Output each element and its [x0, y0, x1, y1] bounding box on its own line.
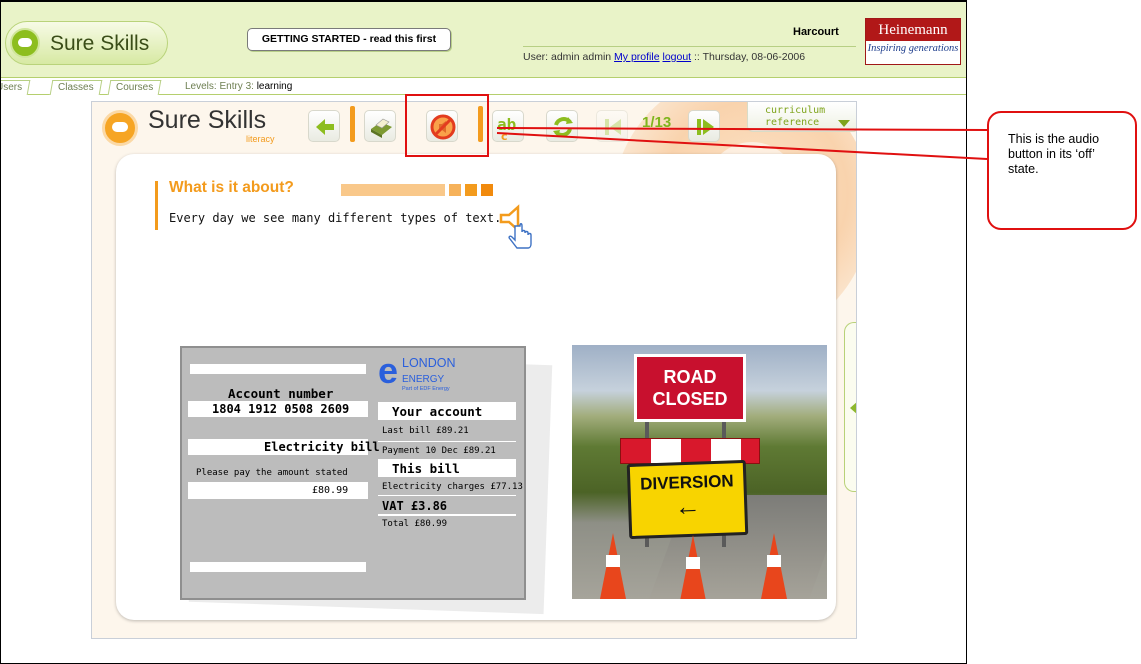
date-text: :: Thursday, 08-06-2006 [694, 51, 806, 63]
glossary-button[interactable]: ab c [492, 110, 524, 143]
hand-pointer-icon [508, 223, 532, 249]
app-logo-face-icon [102, 110, 138, 146]
traffic-cone [600, 533, 626, 599]
annotation-callout: This is the audio button in its ‘off’ st… [987, 111, 1137, 230]
previous-page-button[interactable] [596, 110, 628, 142]
bill-brand-letter: e [378, 350, 399, 391]
chevron-down-icon [838, 120, 850, 127]
tab-courses[interactable]: Courses [107, 80, 162, 95]
electricity-bill-image: Account number 1804 1912 0508 2609 Elect… [180, 346, 526, 600]
user-label: User: admin admin [523, 51, 612, 63]
arrow-left-icon [316, 119, 334, 135]
levels-prefix: Levels: Entry 3: [185, 81, 254, 92]
bill-your-account: Your account [392, 404, 483, 419]
heinemann-tagline: Inspiring generations [867, 43, 959, 54]
tab-users-label: Users [0, 82, 23, 93]
bill-payment: Payment 10 Dec £89.21 [382, 446, 496, 456]
logo-face-icon [10, 28, 40, 58]
bill-total: Total £80.99 [382, 519, 448, 529]
ab-text-icon: abc [497, 115, 516, 143]
bill-electricity-charges: Electricity charges £77.13 [382, 482, 523, 492]
next-page-icon [697, 119, 714, 135]
browser-frame: Sure Skills GETTING STARTED - read this … [0, 0, 967, 664]
bill-last-bill: Last bill £89.21 [382, 426, 469, 436]
bill-vat: VAT £3.86 [382, 499, 448, 513]
toolbar-separator [350, 106, 355, 142]
section-body-text: Every day we see many different types of… [169, 211, 502, 225]
logout-link[interactable]: logout [662, 51, 691, 63]
breadcrumb: Levels: Entry 3: learning [185, 81, 292, 92]
side-panel-toggle[interactable] [844, 322, 856, 492]
app-brand: Sure Skills [148, 106, 267, 134]
road-closed-photo: ROAD CLOSED DIVERSION ← [572, 345, 827, 599]
bill-account-label: Account number [228, 386, 334, 401]
svg-text:c: c [501, 130, 508, 143]
nav-tabs: Users Classes Courses Levels: Entry 3: l… [1, 78, 966, 95]
bill-electricity-label: Electricity bill [264, 440, 380, 454]
learning-module: Sure Skills literacy ab c 1/13 curriculum… [91, 101, 857, 639]
content-card-inner: What is it about? Every day we see many … [118, 156, 834, 618]
bill-brand-london: LONDON [402, 356, 456, 370]
arrow-left-icon: ← [674, 490, 702, 522]
heinemann-wordmark: Heinemann [866, 19, 960, 41]
sure-skills-logo[interactable]: Sure Skills [5, 21, 168, 65]
section-accent-bar [155, 181, 158, 230]
road-closed-sign: ROAD CLOSED [634, 354, 746, 422]
tab-courses-label: Courses [116, 82, 154, 93]
top-header: Sure Skills GETTING STARTED - read this … [1, 2, 966, 78]
page-indicator: 1/13 [642, 114, 672, 131]
levels-current: learning [256, 81, 293, 92]
my-profile-link[interactable]: My profile [614, 51, 660, 63]
content-card: What is it about? Every day we see many … [116, 154, 836, 620]
bill-amount: £80.99 [312, 485, 349, 496]
sign-road-text: ROAD [663, 367, 717, 387]
section-title: What is it about? [169, 179, 294, 196]
tab-classes[interactable]: Classes [49, 80, 102, 95]
app-brand-sub: literacy [246, 134, 275, 144]
bill-this-bill: This bill [392, 461, 460, 476]
bill-brand-energy: ENERGY [402, 374, 445, 385]
printer-icon [371, 118, 392, 138]
print-button[interactable] [364, 110, 396, 142]
previous-page-icon [605, 119, 621, 135]
audio-button-highlight [405, 94, 489, 157]
bill-please-pay: Please pay the amount stated [196, 468, 348, 478]
user-info-line: User: admin admin My profile logout :: T… [523, 46, 856, 63]
tab-users[interactable]: Users [0, 80, 31, 95]
refresh-button[interactable] [546, 110, 578, 142]
heinemann-logo: Heinemann Inspiring generations [865, 18, 961, 65]
getting-started-button[interactable]: GETTING STARTED - read this first [247, 28, 451, 51]
traffic-cone [761, 533, 787, 599]
traffic-cone [680, 535, 706, 599]
sign-closed-text: CLOSED [652, 389, 728, 409]
next-page-button[interactable] [688, 110, 720, 142]
brand-name: Sure Skills [50, 32, 150, 55]
diversion-sign: DIVERSION ← [626, 459, 749, 540]
callout-text: This is the audio button in its ‘off’ st… [1008, 132, 1100, 176]
curriculum-reference-line1: curriculum [765, 105, 826, 116]
bill-account-number: 1804 1912 0508 2609 [212, 402, 350, 416]
tab-classes-label: Classes [58, 82, 94, 93]
back-button[interactable] [308, 110, 340, 142]
bill-brand-parent: Part of EDF Energy [402, 386, 450, 392]
speaker-button[interactable] [497, 204, 542, 254]
refresh-icon [553, 117, 573, 137]
curriculum-reference-dropdown[interactable]: curriculum reference [747, 102, 856, 132]
